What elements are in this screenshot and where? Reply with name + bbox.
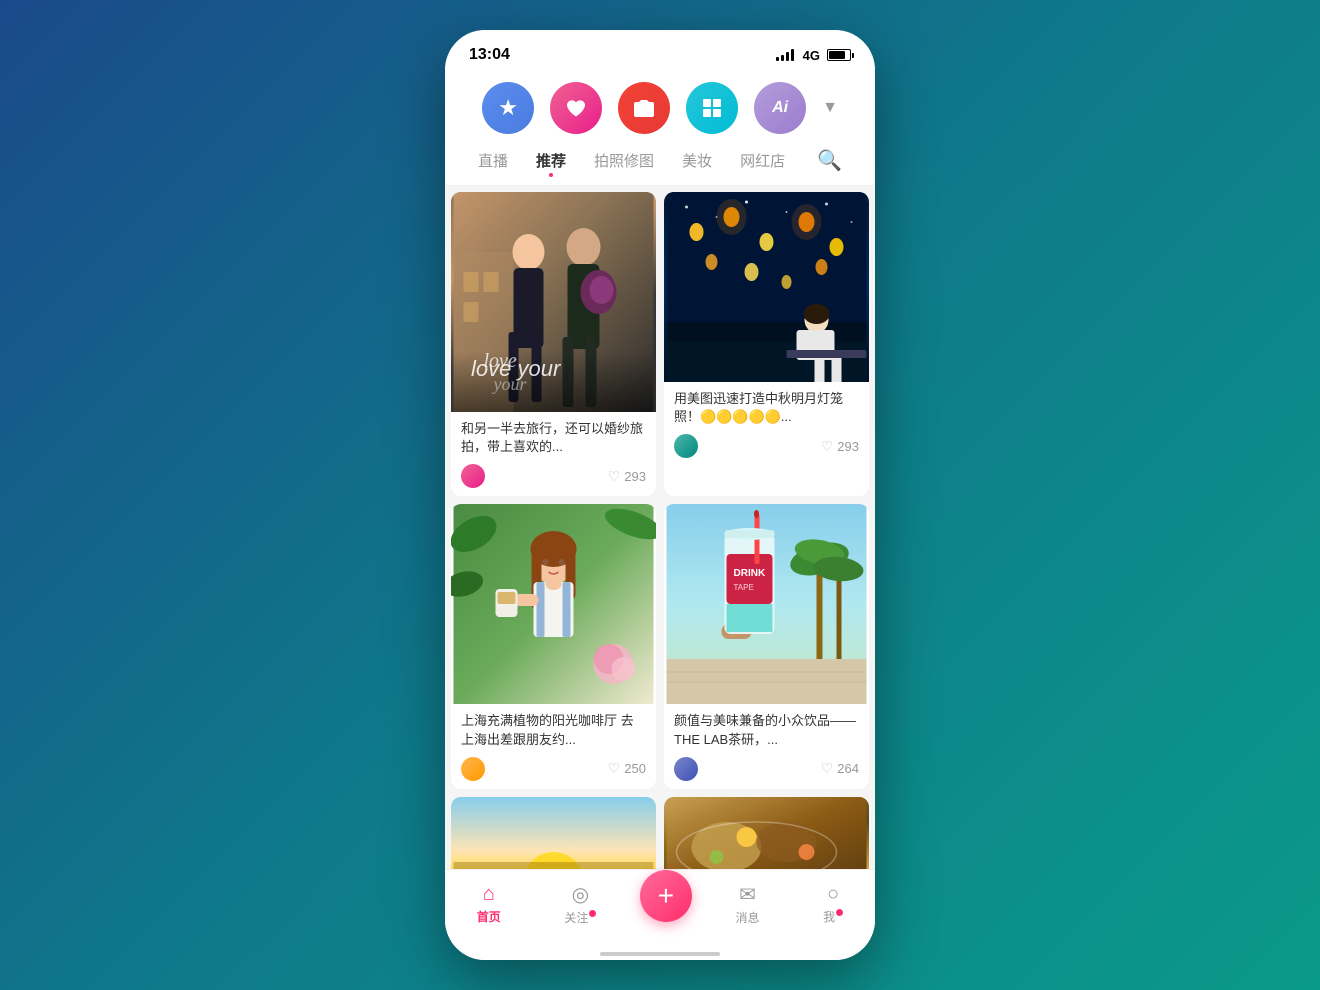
card-drink[interactable]: DRINK TAPE 颜值与美味兼备的小众饮品——THE LAB茶研，... bbox=[664, 504, 869, 788]
avatar-lanterns bbox=[674, 434, 698, 458]
plus-button[interactable]: + bbox=[640, 870, 692, 922]
card-image-drink: DRINK TAPE bbox=[664, 504, 869, 704]
card-image-partial-left bbox=[451, 797, 656, 869]
bottom-nav: ⌂ 首页 ◎ 关注 + ✉ 消息 ○ 我 bbox=[445, 869, 875, 946]
card-title-drink: 颜值与美味兼备的小众饮品——THE LAB茶研，... bbox=[674, 712, 859, 748]
camera-icon-btn[interactable] bbox=[618, 82, 670, 134]
status-time: 13:04 bbox=[469, 46, 510, 64]
content-area: love your 和另一半去旅行，还可以婚纱旅拍，带上喜欢的.. bbox=[445, 186, 875, 869]
card-title-coffee: 上海充满植物的阳光咖啡厅 去上海出差跟朋友约... bbox=[461, 712, 646, 748]
tab-photo[interactable]: 拍照修图 bbox=[594, 146, 654, 175]
status-icons: 4G bbox=[776, 48, 851, 63]
card-title-couple: 和另一半去旅行，还可以婚纱旅拍，带上喜欢的... bbox=[461, 420, 646, 456]
nav-home-label: 首页 bbox=[477, 908, 501, 925]
card-bottom-drink: 颜值与美味兼备的小众饮品——THE LAB茶研，... ♡ 264 bbox=[664, 704, 869, 788]
avatar-drink bbox=[674, 757, 698, 781]
card-bottom-couple: 和另一半去旅行，还可以婚纱旅拍，带上喜欢的... ♡ 293 bbox=[451, 412, 656, 496]
card-title-lanterns: 用美图迅速打造中秋明月灯笼照！🟡🟡🟡🟡🟡... bbox=[674, 390, 859, 426]
nav-me[interactable]: ○ 我 bbox=[803, 879, 863, 929]
heart-icon: ♡ bbox=[608, 760, 621, 777]
follow-badge bbox=[589, 910, 596, 917]
tab-makeup[interactable]: 美妆 bbox=[682, 146, 712, 175]
star-icon-btn[interactable]: ★ bbox=[482, 82, 534, 134]
heart-icon: ♡ bbox=[821, 760, 834, 777]
card-meta-coffee: ♡ 250 bbox=[461, 757, 646, 781]
card-image-lanterns bbox=[664, 192, 869, 382]
battery-icon bbox=[827, 49, 851, 61]
nav-message-label: 消息 bbox=[736, 909, 760, 926]
nav-me-label: 我 bbox=[823, 908, 843, 925]
card-bottom-lanterns: 用美图迅速打造中秋明月灯笼照！🟡🟡🟡🟡🟡... ♡ 293 bbox=[664, 382, 869, 466]
ai-icon-btn[interactable]: Ai bbox=[754, 82, 806, 134]
home-bar bbox=[600, 952, 720, 956]
network-label: 4G bbox=[803, 48, 820, 63]
me-icon: ○ bbox=[827, 883, 839, 906]
home-indicator bbox=[445, 946, 875, 960]
nav-home[interactable]: ⌂ 首页 bbox=[457, 879, 521, 929]
card-image-coffee bbox=[451, 504, 656, 704]
card-likes-coffee: ♡ 250 bbox=[608, 760, 646, 777]
follow-icon: ◎ bbox=[572, 882, 589, 907]
card-meta-drink: ♡ 264 bbox=[674, 757, 859, 781]
card-likes-couple: ♡ 293 bbox=[608, 468, 646, 485]
grid-icon-btn[interactable] bbox=[686, 82, 738, 134]
card-coffee[interactable]: 上海充满植物的阳光咖啡厅 去上海出差跟朋友约... ♡ 250 bbox=[451, 504, 656, 788]
card-likes-drink: ♡ 264 bbox=[821, 760, 859, 777]
avatar-coffee bbox=[461, 757, 485, 781]
card-meta-couple: ♡ 293 bbox=[461, 464, 646, 488]
card-likes-lanterns: ♡ 293 bbox=[821, 438, 859, 455]
signal-icon bbox=[776, 49, 794, 61]
svg-text:DRINK: DRINK bbox=[734, 568, 766, 579]
card-meta-lanterns: ♡ 293 bbox=[674, 434, 859, 458]
tab-shop[interactable]: 网红店 bbox=[740, 146, 785, 175]
card-image-couple: love your bbox=[451, 192, 656, 412]
tab-recommend[interactable]: 推荐 bbox=[536, 146, 566, 175]
heart-icon: ♡ bbox=[608, 468, 621, 485]
nav-follow-label: 关注 bbox=[564, 909, 596, 926]
card-lanterns[interactable]: 用美图迅速打造中秋明月灯笼照！🟡🟡🟡🟡🟡... ♡ 293 bbox=[664, 192, 869, 496]
card-bottom-coffee: 上海充满植物的阳光咖啡厅 去上海出差跟朋友约... ♡ 250 bbox=[451, 704, 656, 788]
home-icon: ⌂ bbox=[483, 883, 495, 906]
dropdown-icon[interactable]: ▼ bbox=[822, 99, 838, 117]
status-bar: 13:04 4G bbox=[445, 30, 875, 74]
nav-tabs: 直播 推荐 拍照修图 美妆 网红店 🔍 bbox=[445, 142, 875, 186]
nav-message[interactable]: ✉ 消息 bbox=[716, 878, 780, 930]
top-icons-row: ★ Ai ▼ bbox=[445, 74, 875, 142]
nav-follow[interactable]: ◎ 关注 bbox=[544, 878, 616, 930]
card-partial-right[interactable] bbox=[664, 797, 869, 869]
me-badge bbox=[836, 909, 843, 916]
plus-icon: + bbox=[658, 880, 674, 912]
heart-icon: ♡ bbox=[821, 438, 834, 455]
card-partial-left[interactable] bbox=[451, 797, 656, 869]
tab-live[interactable]: 直播 bbox=[478, 146, 508, 175]
card-couple[interactable]: love your 和另一半去旅行，还可以婚纱旅拍，带上喜欢的.. bbox=[451, 192, 656, 496]
phone-frame: 13:04 4G ★ bbox=[445, 30, 875, 960]
svg-text:TAPE: TAPE bbox=[734, 583, 754, 592]
heart-icon-btn[interactable] bbox=[550, 82, 602, 134]
avatar-couple bbox=[461, 464, 485, 488]
message-icon: ✉ bbox=[739, 882, 756, 907]
search-icon[interactable]: 🔍 bbox=[817, 148, 842, 173]
masonry-grid: love your 和另一半去旅行，还可以婚纱旅拍，带上喜欢的.. bbox=[451, 192, 869, 869]
card-image-partial-right bbox=[664, 797, 869, 869]
